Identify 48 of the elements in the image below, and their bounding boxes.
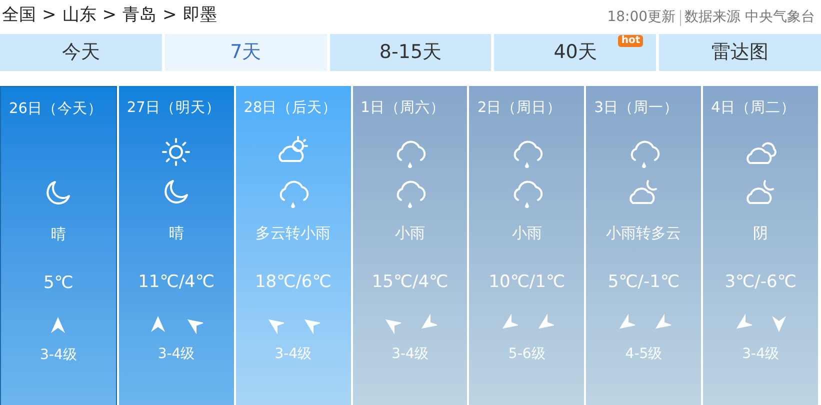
- weather-label: 阴: [753, 224, 768, 242]
- wind-level: 3-4级: [392, 346, 428, 362]
- breadcrumb-link[interactable]: 青岛: [122, 2, 156, 28]
- weather-label: 小雨: [512, 224, 542, 242]
- temperature: 10℃/1℃: [488, 272, 566, 292]
- breadcrumb-link[interactable]: 即墨: [182, 2, 217, 28]
- hot-badge: hot: [618, 35, 644, 47]
- temperature: 5℃/-1℃: [608, 272, 680, 292]
- temperature: 15℃/4℃: [372, 272, 448, 292]
- temperature: 11℃/4℃: [138, 272, 214, 292]
- wind-level: 3-4级: [742, 346, 780, 362]
- weather-label: 多云转小雨: [256, 224, 331, 242]
- weather-label: 晴: [168, 224, 184, 242]
- wind-level: 3-4级: [158, 346, 195, 362]
- wind-level: 5-6级: [508, 346, 546, 362]
- wind-level: 4-5级: [625, 346, 662, 362]
- tab[interactable]: 8-15天: [330, 34, 492, 71]
- weather-label: 小雨: [395, 224, 425, 242]
- temperature: 3℃/-6℃: [724, 272, 796, 292]
- update-time: 18:00更新: [607, 8, 676, 27]
- temperature: 18℃/6℃: [254, 272, 332, 292]
- wind-level: 3-4级: [40, 347, 77, 363]
- breadcrumb-separator: >: [162, 4, 177, 26]
- wind-arrow-icon: [149, 314, 168, 334]
- date-label: 4日（周二）: [711, 100, 796, 116]
- weather-label: 小雨转多云: [606, 224, 682, 242]
- tab[interactable]: 7天: [164, 34, 327, 71]
- date-label: 26日（今天）: [9, 101, 102, 117]
- wind-arrow-icon: [49, 315, 68, 335]
- date-label: 2日（周日）: [477, 100, 562, 116]
- date-label: 27日（明天）: [126, 100, 220, 116]
- day-card[interactable]: 26日（今天） 晴 5℃ 3-4级: [0, 86, 117, 405]
- tab[interactable]: 40天 hot: [494, 34, 656, 71]
- temperature: 5℃: [43, 273, 74, 293]
- breadcrumb-separator: >: [102, 4, 116, 26]
- tab[interactable]: 雷达图: [659, 34, 821, 71]
- date-label: 3日（周一）: [594, 100, 679, 116]
- data-source: 数据来源 中央气象台: [684, 8, 815, 27]
- tab[interactable]: 今天: [0, 34, 162, 71]
- breadcrumb-link[interactable]: 山东: [62, 2, 96, 28]
- breadcrumb-link[interactable]: 全国: [2, 2, 36, 28]
- date-label: 28日（后天）: [244, 100, 338, 116]
- wind-arrow-icon: [770, 314, 788, 334]
- day-card[interactable]: 27日（明天） 晴 11℃/4℃ 3-4级: [118, 86, 234, 405]
- breadcrumb-separator: >: [42, 4, 56, 26]
- weather-label: 晴: [50, 225, 66, 243]
- date-label: 1日（周六）: [360, 100, 445, 116]
- wind-level: 3-4级: [274, 346, 312, 362]
